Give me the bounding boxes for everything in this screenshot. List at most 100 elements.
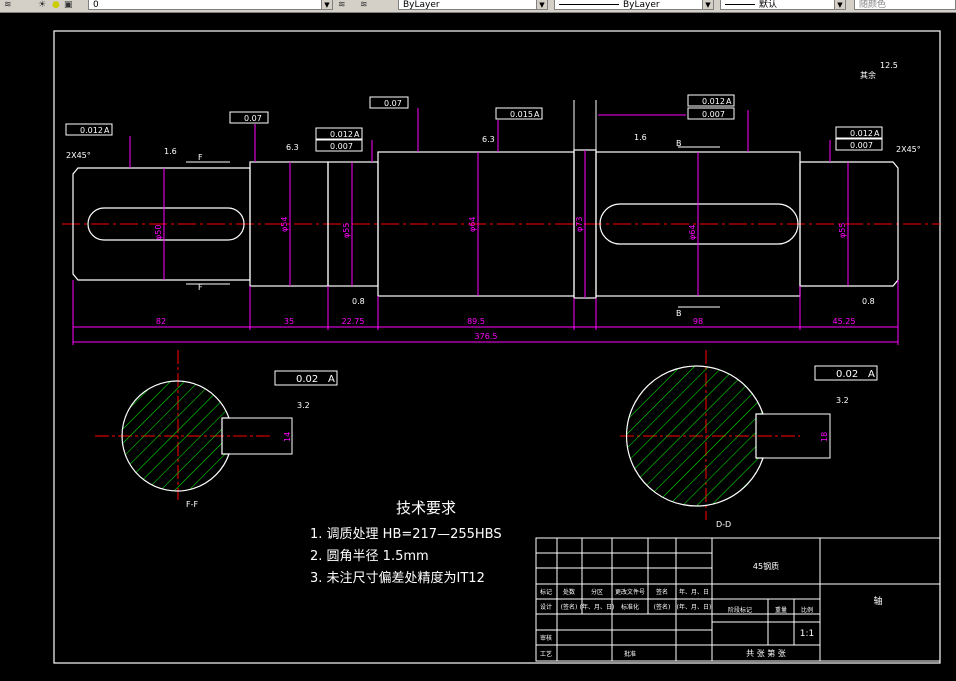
plotstyle-value: 随颜色 [859,0,887,10]
layer-manager-icon[interactable]: ≋ [4,0,12,10]
dimension-label: 35 [284,317,294,326]
section-b-marker: B [676,309,682,318]
color-value: ByLayer [403,0,440,10]
tb-header: 年、月、日 [679,588,709,596]
sun-icon[interactable]: ● [52,0,60,10]
properties-toolbar: ≋ ☀ ● ▣ 0 ▼ ≋ ≋ ByLayer ▼ ByLayer ▼ 默认 ▼… [0,0,956,13]
linetype-value: ByLayer [623,0,660,10]
tol-label: 0.012 [80,126,103,135]
drawing-canvas[interactable]: 0.012 0.07 0.012 0.007 0.07 0.015 0.012 … [0,13,956,681]
color-select[interactable]: ByLayer ▼ [398,0,548,10]
tb-header: 签名 [656,588,668,596]
dimension-label: 82 [156,317,166,326]
roughness-label: 1.6 [164,147,177,156]
roughness-label: 3.2 [297,401,310,410]
layer-select[interactable]: 0 ▼ [88,0,333,10]
section-dd-hatch [626,365,764,507]
roughness-label: 0.8 [352,297,365,306]
tb-header: 更改文件号 [615,588,645,596]
key-tolerance-label: 0.02 [836,369,858,380]
lock-icon[interactable]: ▣ [64,0,73,10]
tb-cell: (签名) [654,603,671,611]
diameter-label: φ55 [838,223,847,238]
tb-cell: 设计 [540,603,552,611]
datum-label: A [726,97,732,106]
tol-label: 0.012 [850,129,873,138]
key-tolerance-label: 0.02 [296,374,318,385]
diameter-label: φ64 [468,217,477,232]
roughness-label: 6.3 [482,135,495,144]
tb-sheets: 共 张 第 张 [746,648,786,658]
lineweight-value: 默认 [759,0,778,10]
dimension-label: 89.5 [467,317,485,326]
technical-requirements: 技术要求 1. 调质处理 HB=217—255HBS 2. 圆角半径 1.5mm… [310,499,502,586]
dimension-label: 98 [693,317,703,326]
tol-label: 0.007 [850,141,873,150]
tech-item: 1. 调质处理 HB=217—255HBS [310,527,502,542]
tb-header: 分区 [591,588,603,596]
section-f-marker: F [198,153,203,162]
lineweight-select[interactable]: 默认 ▼ [720,0,846,10]
tol-label: 0.07 [244,114,262,123]
section-ff-view: 0.02 A 3.2 14 F-F [95,350,338,509]
plotstyle-select[interactable]: 随颜色 [854,0,956,10]
tb-cell: 标准化 [621,603,639,611]
datum-label: A [328,374,335,385]
datum-label: A [874,129,880,138]
tb-header: 处数 [563,588,575,596]
tech-item: 3. 未注尺寸偏差处精度为IT12 [310,570,485,586]
tol-label: 0.015 [510,110,533,119]
make-current-icon[interactable]: ≋ [338,0,346,10]
section-b-marker: B [676,139,682,148]
tb-material: 45钢质 [753,561,779,571]
roughness-other-value: 12.5 [880,61,898,70]
datum-label: A [354,130,360,139]
section-ff-label: F-F [186,500,198,509]
overall-dimension-label: 376.5 [475,332,498,341]
roughness-label: 6.3 [286,143,299,152]
chevron-down-icon[interactable]: ▼ [321,0,332,9]
chevron-down-icon[interactable]: ▼ [536,0,547,9]
tb-header: 标记 [540,588,552,596]
roughness-label: 0.8 [862,297,875,306]
diameter-label: φ73 [575,217,584,232]
tech-item: 2. 圆角半径 1.5mm [310,549,429,564]
chamfer-label: 2X45° [66,151,91,160]
chamfer-label: 2X45° [896,145,921,154]
diameter-label: φ50 [154,225,163,240]
tb-cell: (年、月、日) [677,603,712,611]
tb-cell: 工艺 [540,650,552,658]
chevron-down-icon[interactable]: ▼ [702,0,713,9]
layer-previous-icon[interactable]: ≋ [360,0,368,10]
datum-label: A [868,369,875,380]
diameter-label: φ55 [342,223,351,238]
section-f-marker: F [198,283,203,292]
tb-cell: 审核 [540,634,552,642]
roughness-label: 1.6 [634,133,647,142]
key-width-label: 14 [283,432,292,442]
layer-value: 0 [93,0,99,10]
tb-cell: 重量 [775,606,787,614]
title-block: 标记 处数 分区 更改文件号 签名 年、月、日 设计 (签名) (年、月、日) … [535,537,941,662]
shaft-main-view: 0.012 0.07 0.012 0.007 0.07 0.015 0.012 … [62,61,940,345]
datum-label: A [534,110,540,119]
tol-label: 0.012 [702,97,725,106]
roughness-other-label: 其余 [860,70,876,80]
tb-cell: (签名) [561,603,578,611]
lightbulb-icon[interactable]: ☀ [38,0,46,10]
tol-label: 0.007 [702,110,725,119]
tb-cell: 比例 [801,606,813,614]
dimension-label: 45.25 [833,317,856,326]
tb-cell: 阶段标记 [728,606,752,614]
section-dd-label: D-D [716,520,731,529]
section-dd-view: 0.02 A 3.2 18 D-D [620,350,878,529]
dimension-label: 22.75 [342,317,365,326]
tb-cell: 批准 [624,650,636,658]
drawing-frame [53,30,941,664]
chevron-down-icon[interactable]: ▼ [834,0,845,9]
key-width-label: 18 [820,432,829,442]
tb-part-name: 轴 [873,595,882,607]
datum-label: A [104,126,110,135]
linetype-select[interactable]: ByLayer ▼ [554,0,714,10]
tol-label: 0.012 [330,130,353,139]
